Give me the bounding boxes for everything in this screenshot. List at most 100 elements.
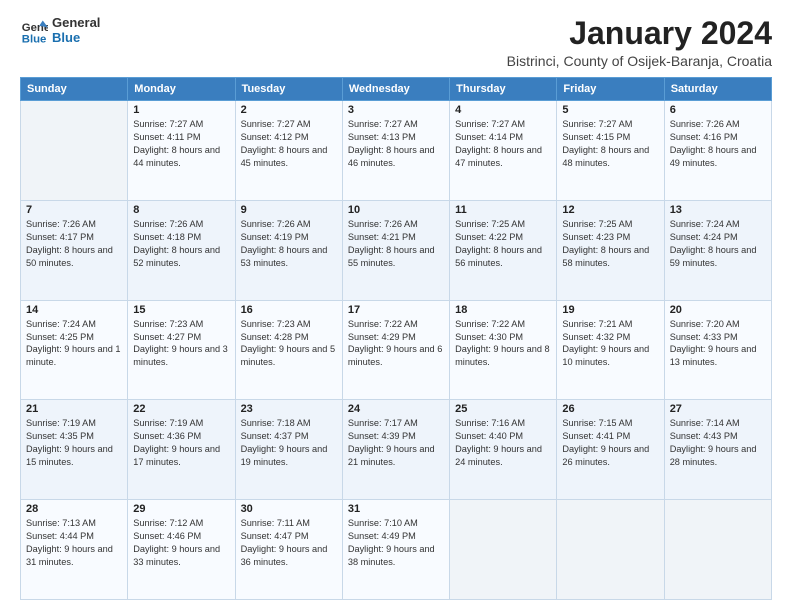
day-info: Sunrise: 7:27 AMSunset: 4:13 PMDaylight:…	[348, 118, 444, 170]
day-number: 5	[562, 104, 658, 116]
day-number: 27	[670, 403, 766, 415]
calendar-cell: 15 Sunrise: 7:23 AMSunset: 4:27 PMDayligh…	[128, 300, 235, 400]
day-number: 24	[348, 403, 444, 415]
day-number: 25	[455, 403, 551, 415]
calendar-week-row: 1 Sunrise: 7:27 AMSunset: 4:11 PMDaylight…	[21, 101, 772, 201]
day-info: Sunrise: 7:10 AMSunset: 4:49 PMDaylight:…	[348, 517, 444, 569]
day-number: 6	[670, 104, 766, 116]
weekday-header-friday: Friday	[557, 78, 664, 101]
calendar-cell: 9 Sunrise: 7:26 AMSunset: 4:19 PMDaylight…	[235, 200, 342, 300]
day-info: Sunrise: 7:22 AMSunset: 4:30 PMDaylight:…	[455, 318, 551, 370]
day-info: Sunrise: 7:22 AMSunset: 4:29 PMDaylight:…	[348, 318, 444, 370]
day-number: 10	[348, 204, 444, 216]
day-number: 20	[670, 304, 766, 316]
day-info: Sunrise: 7:24 AMSunset: 4:24 PMDaylight:…	[670, 218, 766, 270]
calendar-cell: 30Sunrise: 7:11 AMSunset: 4:47 PMDayligh…	[235, 500, 342, 600]
calendar-week-row: 14Sunrise: 7:24 AMSunset: 4:25 PMDayligh…	[21, 300, 772, 400]
calendar-cell: 23Sunrise: 7:18 AMSunset: 4:37 PMDayligh…	[235, 400, 342, 500]
calendar-cell: 19 Sunrise: 7:21 AMSunset: 4:32 PMDayligh…	[557, 300, 664, 400]
month-title: January 2024	[507, 16, 772, 51]
calendar-cell: 10 Sunrise: 7:26 AMSunset: 4:21 PMDayligh…	[342, 200, 449, 300]
calendar-cell: 16 Sunrise: 7:23 AMSunset: 4:28 PMDayligh…	[235, 300, 342, 400]
day-info: Sunrise: 7:21 AMSunset: 4:32 PMDaylight:…	[562, 318, 658, 370]
calendar-cell: 1 Sunrise: 7:27 AMSunset: 4:11 PMDaylight…	[128, 101, 235, 201]
day-info: Sunrise: 7:24 AMSunset: 4:25 PMDaylight:…	[26, 318, 122, 370]
calendar-cell: 21Sunrise: 7:19 AMSunset: 4:35 PMDayligh…	[21, 400, 128, 500]
calendar-cell: 31 Sunrise: 7:10 AMSunset: 4:49 PMDayligh…	[342, 500, 449, 600]
title-block: January 2024 Bistrinci, County of Osijek…	[507, 16, 772, 69]
calendar-cell: 24 Sunrise: 7:17 AMSunset: 4:39 PMDayligh…	[342, 400, 449, 500]
calendar-cell: 5 Sunrise: 7:27 AMSunset: 4:15 PMDaylight…	[557, 101, 664, 201]
calendar-cell: 28 Sunrise: 7:13 AMSunset: 4:44 PMDayligh…	[21, 500, 128, 600]
calendar-cell: 12Sunrise: 7:25 AMSunset: 4:23 PMDayligh…	[557, 200, 664, 300]
weekday-header-tuesday: Tuesday	[235, 78, 342, 101]
weekday-header-thursday: Thursday	[450, 78, 557, 101]
day-info: Sunrise: 7:27 AMSunset: 4:14 PMDaylight:…	[455, 118, 551, 170]
day-info: Sunrise: 7:27 AMSunset: 4:12 PMDaylight:…	[241, 118, 337, 170]
day-info: Sunrise: 7:26 AMSunset: 4:19 PMDaylight:…	[241, 218, 337, 270]
logo-general: General	[52, 16, 100, 31]
calendar-cell	[664, 500, 771, 600]
calendar-week-row: 21Sunrise: 7:19 AMSunset: 4:35 PMDayligh…	[21, 400, 772, 500]
day-number: 18	[455, 304, 551, 316]
day-number: 22	[133, 403, 229, 415]
calendar-cell: 14Sunrise: 7:24 AMSunset: 4:25 PMDayligh…	[21, 300, 128, 400]
day-info: Sunrise: 7:23 AMSunset: 4:28 PMDaylight:…	[241, 318, 337, 370]
day-info: Sunrise: 7:16 AMSunset: 4:40 PMDaylight:…	[455, 417, 551, 469]
day-number: 21	[26, 403, 122, 415]
calendar-cell: 25 Sunrise: 7:16 AMSunset: 4:40 PMDayligh…	[450, 400, 557, 500]
page: General Blue General Blue January 2024 B…	[0, 0, 792, 612]
day-info: Sunrise: 7:20 AMSunset: 4:33 PMDaylight:…	[670, 318, 766, 370]
day-number: 12	[562, 204, 658, 216]
day-info: Sunrise: 7:23 AMSunset: 4:27 PMDaylight:…	[133, 318, 229, 370]
calendar-cell: 2 Sunrise: 7:27 AMSunset: 4:12 PMDaylight…	[235, 101, 342, 201]
day-number: 8	[133, 204, 229, 216]
day-info: Sunrise: 7:13 AMSunset: 4:44 PMDaylight:…	[26, 517, 122, 569]
logo-icon: General Blue	[20, 17, 48, 45]
day-info: Sunrise: 7:14 AMSunset: 4:43 PMDaylight:…	[670, 417, 766, 469]
day-number: 3	[348, 104, 444, 116]
day-number: 26	[562, 403, 658, 415]
day-number: 17	[348, 304, 444, 316]
weekday-header-sunday: Sunday	[21, 78, 128, 101]
calendar-cell: 26Sunrise: 7:15 AMSunset: 4:41 PMDayligh…	[557, 400, 664, 500]
day-number: 1	[133, 104, 229, 116]
day-number: 30	[241, 503, 337, 515]
logo: General Blue General Blue	[20, 16, 100, 46]
calendar-cell: 6 Sunrise: 7:26 AMSunset: 4:16 PMDaylight…	[664, 101, 771, 201]
day-number: 19	[562, 304, 658, 316]
day-number: 4	[455, 104, 551, 116]
day-number: 16	[241, 304, 337, 316]
day-number: 31	[348, 503, 444, 515]
calendar-week-row: 7Sunrise: 7:26 AMSunset: 4:17 PMDaylight…	[21, 200, 772, 300]
day-info: Sunrise: 7:27 AMSunset: 4:11 PMDaylight:…	[133, 118, 229, 170]
calendar-cell: 22Sunrise: 7:19 AMSunset: 4:36 PMDayligh…	[128, 400, 235, 500]
svg-text:Blue: Blue	[22, 33, 47, 45]
day-info: Sunrise: 7:17 AMSunset: 4:39 PMDaylight:…	[348, 417, 444, 469]
day-info: Sunrise: 7:26 AMSunset: 4:16 PMDaylight:…	[670, 118, 766, 170]
location-title: Bistrinci, County of Osijek-Baranja, Cro…	[507, 53, 772, 69]
calendar-cell: 3 Sunrise: 7:27 AMSunset: 4:13 PMDaylight…	[342, 101, 449, 201]
weekday-header-wednesday: Wednesday	[342, 78, 449, 101]
calendar-cell: 29 Sunrise: 7:12 AMSunset: 4:46 PMDayligh…	[128, 500, 235, 600]
calendar-cell: 8 Sunrise: 7:26 AMSunset: 4:18 PMDaylight…	[128, 200, 235, 300]
day-info: Sunrise: 7:26 AMSunset: 4:21 PMDaylight:…	[348, 218, 444, 270]
calendar-week-row: 28 Sunrise: 7:13 AMSunset: 4:44 PMDayligh…	[21, 500, 772, 600]
day-number: 15	[133, 304, 229, 316]
day-info: Sunrise: 7:27 AMSunset: 4:15 PMDaylight:…	[562, 118, 658, 170]
day-number: 28	[26, 503, 122, 515]
day-number: 29	[133, 503, 229, 515]
day-number: 13	[670, 204, 766, 216]
day-info: Sunrise: 7:26 AMSunset: 4:18 PMDaylight:…	[133, 218, 229, 270]
day-number: 2	[241, 104, 337, 116]
calendar-cell	[450, 500, 557, 600]
calendar-cell: 11Sunrise: 7:25 AMSunset: 4:22 PMDayligh…	[450, 200, 557, 300]
calendar-cell: 17 Sunrise: 7:22 AMSunset: 4:29 PMDayligh…	[342, 300, 449, 400]
weekday-header-monday: Monday	[128, 78, 235, 101]
calendar-header-row: SundayMondayTuesdayWednesdayThursdayFrid…	[21, 78, 772, 101]
day-number: 9	[241, 204, 337, 216]
day-info: Sunrise: 7:26 AMSunset: 4:17 PMDaylight:…	[26, 218, 122, 270]
day-number: 23	[241, 403, 337, 415]
day-info: Sunrise: 7:12 AMSunset: 4:46 PMDaylight:…	[133, 517, 229, 569]
calendar-cell: 27 Sunrise: 7:14 AMSunset: 4:43 PMDayligh…	[664, 400, 771, 500]
